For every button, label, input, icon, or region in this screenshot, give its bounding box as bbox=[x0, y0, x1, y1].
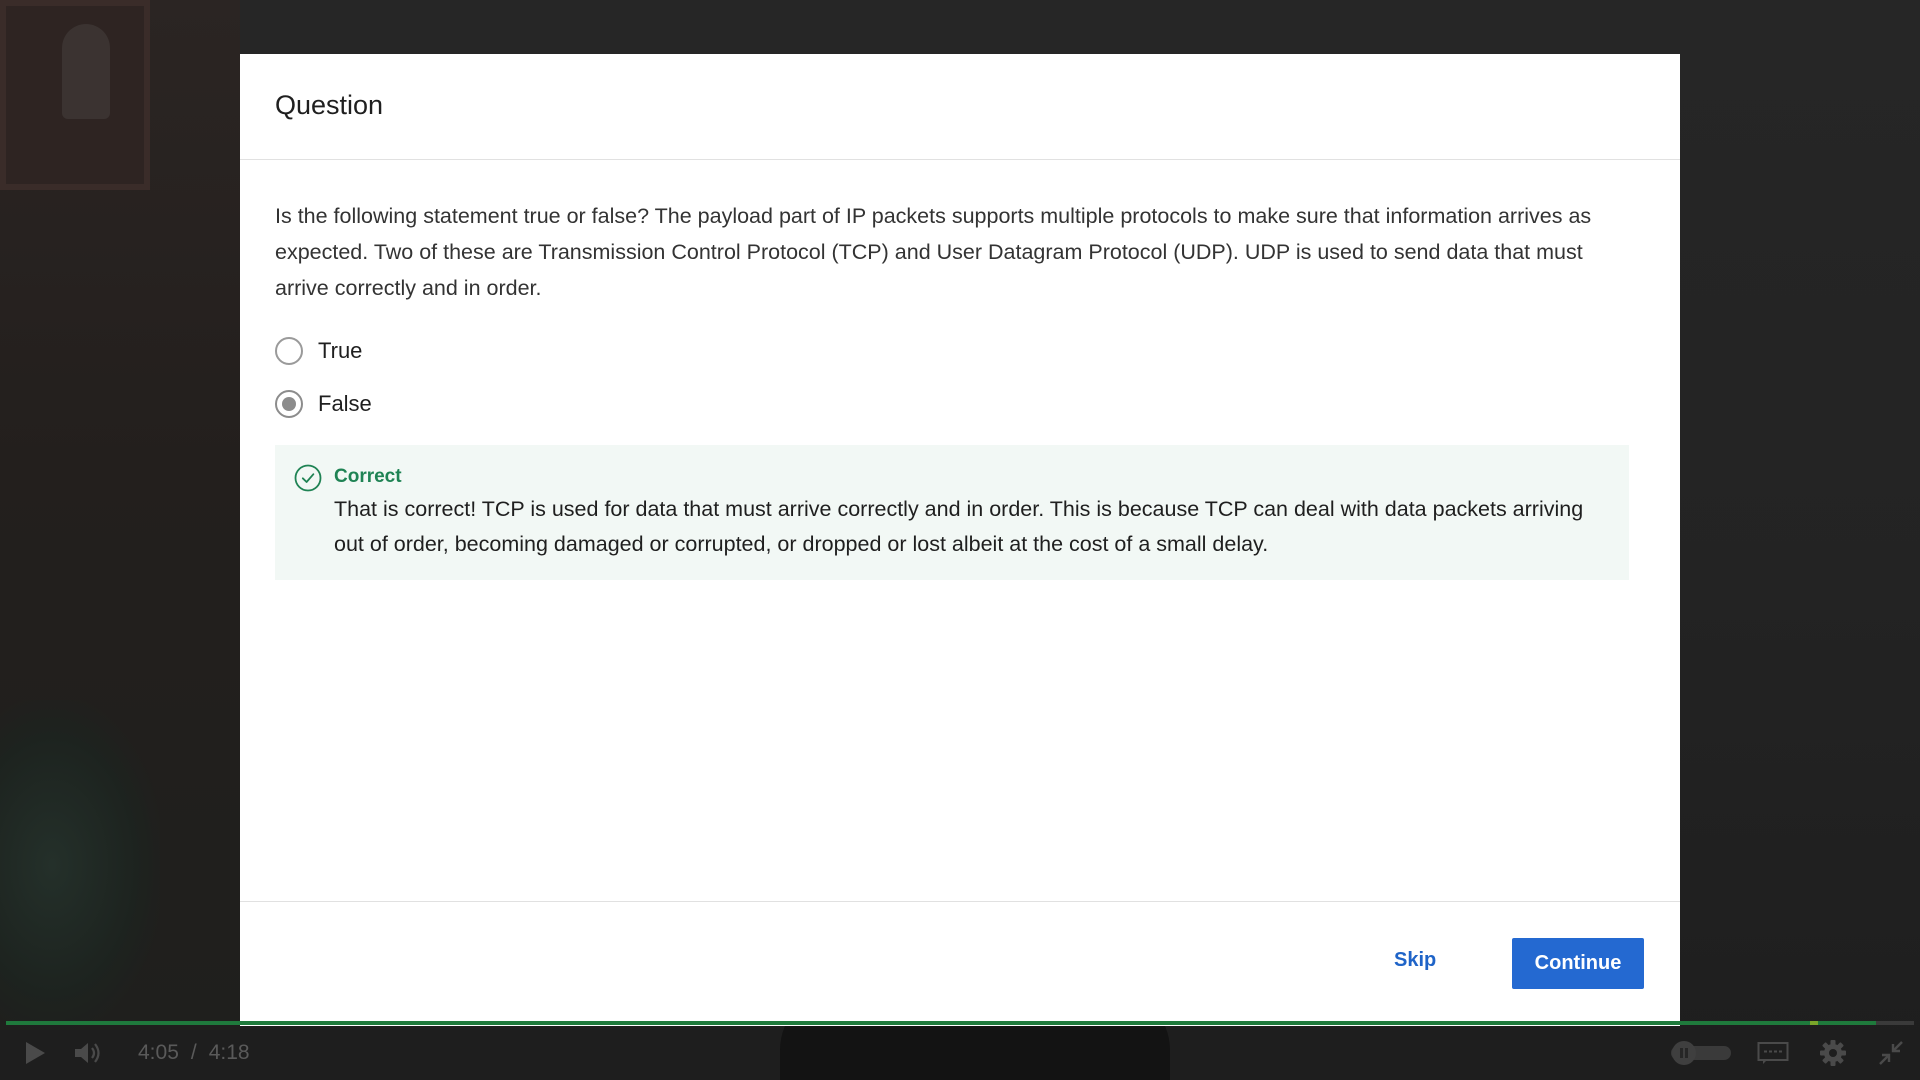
modal-header: Question bbox=[240, 54, 1680, 160]
modal-footer: Skip Continue bbox=[240, 901, 1680, 1026]
feedback-text: That is correct! TCP is used for data th… bbox=[334, 497, 1584, 556]
volume-button[interactable] bbox=[70, 1026, 108, 1080]
skip-button[interactable]: Skip bbox=[1394, 940, 1436, 980]
continue-button[interactable]: Continue bbox=[1512, 938, 1644, 989]
radio-true[interactable] bbox=[275, 336, 303, 365]
video-progress-fill bbox=[6, 1021, 1876, 1025]
modal-title: Question bbox=[275, 90, 384, 120]
modal-body: Is the following statement true or false… bbox=[240, 160, 1680, 580]
duration: 4:18 bbox=[208, 1041, 250, 1064]
volume-icon bbox=[75, 1043, 100, 1063]
play-button[interactable] bbox=[18, 1026, 52, 1080]
captions-button[interactable] bbox=[1756, 1026, 1790, 1080]
option-label-false: False bbox=[318, 390, 372, 416]
progress-marker bbox=[1810, 1021, 1818, 1025]
settings-button[interactable] bbox=[1818, 1026, 1848, 1080]
option-true[interactable]: True bbox=[275, 324, 1630, 377]
question-text: Is the following statement true or false… bbox=[275, 204, 1592, 300]
exit-fullscreen-button[interactable] bbox=[1876, 1026, 1906, 1080]
video-controls: 4:05 / 4:18 bbox=[0, 1026, 1920, 1080]
video-progress-bar[interactable] bbox=[6, 1021, 1914, 1025]
feedback-panel: Correct That is correct! TCP is used for… bbox=[275, 445, 1629, 580]
feedback-title: Correct bbox=[334, 466, 402, 487]
autoplay-toggle[interactable] bbox=[1666, 1026, 1734, 1080]
radio-false[interactable] bbox=[275, 389, 303, 418]
question-modal: Question Is the following statement true… bbox=[240, 54, 1680, 1026]
settings-icon bbox=[1820, 1040, 1846, 1066]
captions-icon bbox=[1757, 1042, 1789, 1064]
wall-picture bbox=[0, 0, 150, 190]
answer-options: True False bbox=[275, 324, 1630, 430]
autoplay-toggle-icon bbox=[1671, 1041, 1731, 1065]
option-false[interactable]: False bbox=[275, 377, 1630, 430]
time-separator: / bbox=[190, 1041, 197, 1064]
time-display: 4:05 / 4:18 bbox=[138, 1026, 250, 1080]
exit-fullscreen-icon bbox=[1879, 1041, 1903, 1065]
check-circle-icon bbox=[294, 464, 322, 492]
current-time: 4:05 bbox=[138, 1041, 179, 1064]
plant bbox=[0, 700, 160, 1030]
play-icon bbox=[26, 1042, 45, 1064]
option-label-true: True bbox=[318, 337, 363, 363]
